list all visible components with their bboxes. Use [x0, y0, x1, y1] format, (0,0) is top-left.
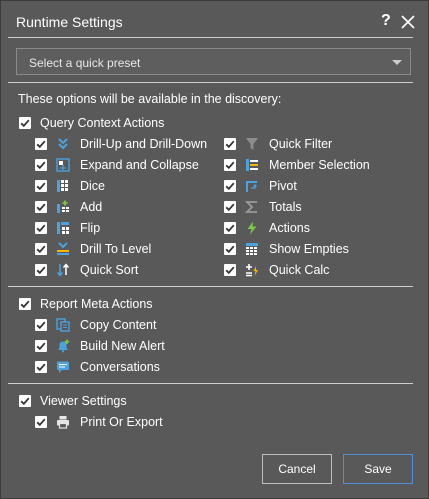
quick-preset-placeholder: Select a quick preset — [29, 56, 141, 70]
option-label: Drill To Level — [80, 242, 152, 256]
checkbox-query-context[interactable] — [19, 117, 31, 129]
help-button[interactable]: ? — [381, 12, 391, 30]
sigma-icon — [244, 199, 260, 215]
option-quick-filter[interactable]: Quick Filter — [224, 135, 332, 153]
checkbox[interactable] — [224, 222, 236, 234]
option-totals[interactable]: Totals — [224, 198, 302, 216]
intro-text: These options will be available in the d… — [18, 92, 282, 106]
option-label: Build New Alert — [80, 339, 165, 353]
runtime-settings-dialog: Runtime Settings ? Select a quick preset… — [0, 0, 429, 499]
lightning-icon — [244, 220, 260, 236]
member-selection-icon — [244, 157, 260, 173]
option-quick-calc[interactable]: Quick Calc — [224, 261, 329, 279]
checkbox[interactable] — [224, 264, 236, 276]
dialog-titlebar: Runtime Settings ? — [1, 1, 428, 45]
printer-icon — [55, 414, 71, 430]
checkbox[interactable] — [35, 319, 47, 331]
quick-preset-select[interactable]: Select a quick preset — [16, 48, 411, 75]
checkbox[interactable] — [35, 138, 47, 150]
checkbox[interactable] — [35, 340, 47, 352]
group-report-meta[interactable]: Report Meta Actions — [19, 295, 153, 313]
option-pivot[interactable]: Pivot — [224, 177, 297, 195]
option-label: Dice — [80, 179, 106, 193]
checkbox[interactable] — [35, 201, 47, 213]
option-member-selection[interactable]: Member Selection — [224, 156, 370, 174]
group-label: Viewer Settings — [40, 394, 127, 408]
option-label: Quick Calc — [269, 263, 330, 277]
group-query-context[interactable]: Query Context Actions — [19, 114, 164, 132]
checkbox[interactable] — [224, 138, 236, 150]
group-viewer-settings[interactable]: Viewer Settings — [19, 392, 127, 410]
checkbox-report-meta[interactable] — [19, 298, 31, 310]
option-copy-content[interactable]: Copy Content — [35, 316, 156, 334]
checkbox[interactable] — [35, 180, 47, 192]
option-label: Drill-Up and Drill-Down — [80, 137, 208, 151]
dice-icon — [55, 178, 71, 194]
option-drill-to-level[interactable]: Drill To Level — [35, 240, 151, 258]
checkbox[interactable] — [35, 416, 47, 428]
preset-divider — [8, 82, 413, 83]
option-expand-collapse[interactable]: Expand and Collapse — [35, 156, 199, 174]
option-conversations[interactable]: Conversations — [35, 358, 160, 376]
option-label: Copy Content — [80, 318, 157, 332]
option-quick-sort[interactable]: Quick Sort — [35, 261, 138, 279]
group-label: Report Meta Actions — [40, 297, 153, 311]
option-print-or-export[interactable]: Print Or Export — [35, 413, 163, 431]
option-drill-up-down[interactable]: Drill-Up and Drill-Down — [35, 135, 207, 153]
expand-collapse-icon — [55, 157, 71, 173]
checkbox[interactable] — [35, 243, 47, 255]
checkbox[interactable] — [35, 159, 47, 171]
title-divider — [8, 37, 413, 38]
checkbox[interactable] — [35, 361, 47, 373]
checkbox[interactable] — [224, 180, 236, 192]
option-label: Print Or Export — [80, 415, 163, 429]
filter-icon — [244, 136, 260, 152]
chevron-down-icon — [392, 60, 402, 65]
drill-to-level-icon — [55, 241, 71, 257]
option-label: Pivot — [269, 179, 297, 193]
option-dice[interactable]: Dice — [35, 177, 105, 195]
flip-icon — [55, 220, 71, 236]
pivot-icon — [244, 178, 260, 194]
close-icon[interactable] — [399, 13, 417, 31]
dialog-title: Runtime Settings — [16, 14, 123, 30]
option-label: Actions — [269, 221, 310, 235]
option-label: Quick Filter — [269, 137, 333, 151]
alert-bell-icon — [55, 338, 71, 354]
option-show-empties[interactable]: Show Empties — [224, 240, 349, 258]
option-label: Expand and Collapse — [80, 158, 199, 172]
copy-content-icon — [55, 317, 71, 333]
option-label: Conversations — [80, 360, 160, 374]
grid-dots-icon — [244, 241, 260, 257]
option-actions[interactable]: Actions — [224, 219, 310, 237]
drill-up-down-icon — [55, 136, 71, 152]
checkbox[interactable] — [224, 243, 236, 255]
checkbox[interactable] — [35, 222, 47, 234]
option-flip[interactable]: Flip — [35, 219, 100, 237]
option-label: Show Empties — [269, 242, 349, 256]
option-build-new-alert[interactable]: Build New Alert — [35, 337, 165, 355]
option-add[interactable]: Add — [35, 198, 102, 216]
save-button[interactable]: Save — [343, 454, 413, 484]
add-icon — [55, 199, 71, 215]
option-label: Flip — [80, 221, 101, 235]
option-label: Member Selection — [269, 158, 370, 172]
option-label: Totals — [269, 200, 302, 214]
conversation-icon — [55, 359, 71, 375]
group-divider — [8, 383, 413, 384]
group-label: Query Context Actions — [40, 116, 165, 130]
quick-calc-icon — [244, 262, 260, 278]
group-divider — [8, 286, 413, 287]
cancel-button[interactable]: Cancel — [262, 454, 332, 484]
checkbox[interactable] — [224, 159, 236, 171]
option-label: Quick Sort — [80, 263, 139, 277]
checkbox[interactable] — [224, 201, 236, 213]
checkbox[interactable] — [35, 264, 47, 276]
checkbox-viewer-settings[interactable] — [19, 395, 31, 407]
quick-sort-icon — [55, 262, 71, 278]
option-label: Add — [80, 200, 103, 214]
